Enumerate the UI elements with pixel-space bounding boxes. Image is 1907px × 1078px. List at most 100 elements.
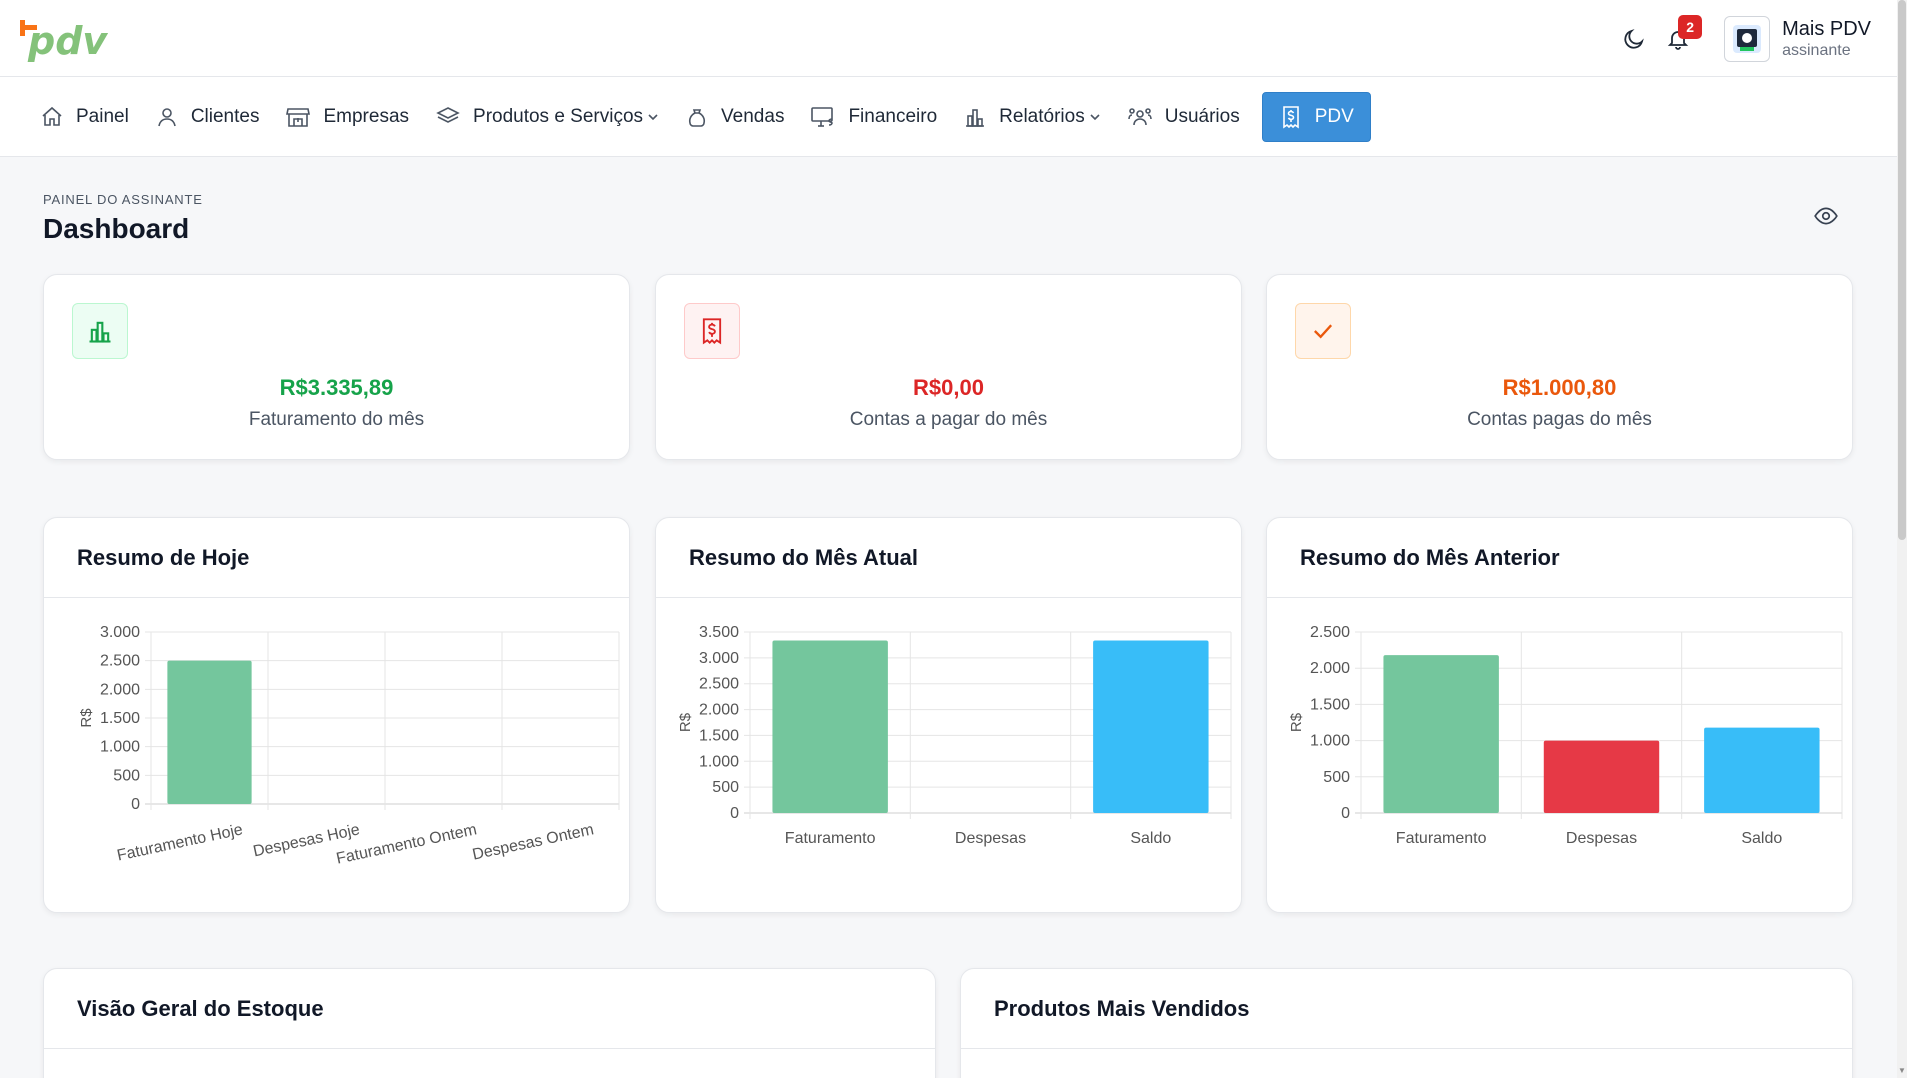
nav-item-usuarios[interactable]: Usuários	[1123, 92, 1253, 142]
y-tick-label: 2.500	[699, 676, 739, 693]
card-title: Visão Geral do Estoque	[44, 969, 935, 1049]
chart-card-resumo-hoje: Resumo de Hoje 0 500 1.000 1.500 2.000 2.500 3…	[43, 517, 630, 913]
top-header: pdv 2 Mais PDV assinante	[0, 0, 1897, 77]
x-tick-label: Despesas Ontem	[471, 821, 595, 863]
y-axis-label: R$	[677, 712, 694, 732]
bar-chart-icon	[89, 321, 111, 343]
notifications-button[interactable]: 2	[1660, 14, 1703, 57]
bar	[1704, 727, 1820, 813]
y-tick-label: 2.000	[1310, 660, 1350, 677]
bag-icon	[689, 108, 706, 127]
y-tick-label: 1.500	[1310, 696, 1350, 713]
home-icon	[42, 106, 62, 126]
y-axis-label: R$	[78, 708, 95, 728]
y-tick-label: 2.500	[1310, 624, 1350, 641]
nav-item-vendas[interactable]: Vendas	[681, 92, 797, 142]
moon-icon	[1624, 28, 1644, 49]
scroll-down-arrow[interactable]: ▼	[1897, 1066, 1907, 1078]
chevron-down-icon	[1090, 113, 1100, 120]
main-nav: Painel Clientes Empresas Produtos e Serv…	[0, 77, 1897, 157]
nav-item-financeiro[interactable]: Financeiro	[806, 92, 950, 142]
stat-value: R$1.000,80	[1502, 375, 1617, 400]
page-scrollbar[interactable]: ▼	[1897, 0, 1907, 1078]
card-produtos-mais-vendidos: Produtos Mais Vendidos	[960, 968, 1853, 1078]
nav-item-empresas[interactable]: Empresas	[281, 92, 422, 142]
chart-resumo-mes-anterior: 0 500 1.000 1.500 2.000 2.500 R$ Faturamento Des…	[1288, 624, 1843, 847]
nav-label: Usuários	[1164, 105, 1240, 127]
app-logo[interactable]: pdv	[18, 14, 108, 64]
store-icon	[286, 107, 311, 127]
scrollbar-thumb[interactable]	[1898, 0, 1906, 540]
layers-icon	[436, 106, 460, 123]
nav-item-relatorios[interactable]: Relatórios	[959, 92, 1114, 142]
user-icon	[158, 107, 176, 126]
card-title: Resumo do Mês Atual	[656, 518, 1241, 598]
x-tick-label: Faturamento	[785, 830, 876, 847]
y-tick-label: 2.000	[100, 681, 140, 698]
bar	[1543, 740, 1660, 813]
user-role: assinante	[1782, 41, 1851, 59]
bar-chart-icon	[966, 108, 985, 127]
y-tick-label: 0	[1341, 805, 1350, 822]
nav-label: Relatórios	[999, 105, 1085, 127]
receipt-dollar-icon	[702, 318, 722, 345]
x-tick-label: Despesas	[955, 830, 1026, 847]
chart-card-resumo-mes-anterior: Resumo do Mês Anterior 0 500 1.000 1.500 2.0…	[1266, 517, 1853, 913]
toggle-values-visibility-button[interactable]	[1813, 203, 1839, 234]
eye-icon	[1814, 207, 1838, 225]
y-tick-label: 1.000	[699, 753, 739, 770]
stat-value: R$0,00	[913, 375, 984, 400]
nav-label: Financeiro	[848, 105, 938, 127]
page-title: Dashboard	[43, 213, 190, 244]
stat-label: Contas pagas do mês	[1467, 409, 1652, 430]
x-tick-label: Saldo	[1741, 830, 1782, 847]
nav-label: Produtos e Serviços	[473, 105, 644, 127]
nav-item-clientes[interactable]: Clientes	[151, 92, 273, 142]
card-title: Resumo do Mês Anterior	[1267, 518, 1852, 598]
user-name: Mais PDV	[1782, 17, 1871, 40]
x-tick-label: Saldo	[1130, 830, 1171, 847]
y-tick-label: 500	[113, 767, 140, 784]
nav-item-produtos[interactable]: Produtos e Serviços	[431, 92, 672, 142]
stat-icon-box	[72, 303, 128, 359]
card-title: Resumo de Hoje	[44, 518, 629, 598]
nav-label: PDV	[1314, 105, 1354, 127]
bar	[167, 660, 252, 804]
y-tick-label: 1.500	[100, 710, 140, 727]
stat-value: R$3.335,89	[279, 375, 394, 400]
dark-mode-toggle[interactable]	[1616, 21, 1652, 57]
y-tick-label: 0	[131, 796, 140, 813]
stat-card-faturamento: R$3.335,89 Faturamento do mês	[43, 274, 630, 460]
receipt-dollar-icon	[1282, 105, 1299, 128]
nav-item-painel[interactable]: Painel	[36, 92, 142, 142]
stat-icon-box	[1295, 303, 1351, 359]
stat-card-contas-a-pagar: R$0,00 Contas a pagar do mês	[655, 274, 1242, 460]
y-tick-label: 2.000	[699, 702, 739, 719]
chevron-down-icon	[648, 113, 658, 120]
y-tick-label: 1.000	[100, 739, 140, 756]
avatar[interactable]	[1724, 15, 1771, 62]
y-tick-label: 500	[1323, 769, 1350, 786]
stat-icon-box	[684, 303, 740, 359]
nav-item-pdv[interactable]: PDV	[1261, 91, 1371, 142]
user-menu[interactable]: Mais PDV assinante	[1782, 17, 1871, 60]
page-header: PAINEL DO ASSINANTE Dashboard	[43, 192, 203, 245]
y-tick-label: 3.000	[699, 650, 739, 667]
breadcrumb: PAINEL DO ASSINANTE	[43, 192, 203, 207]
y-tick-label: 3.500	[699, 624, 739, 641]
y-tick-label: 1.500	[699, 727, 739, 744]
chart-card-resumo-mes-atual: Resumo do Mês Atual 0 500 1.000 1.500 2.000 2…	[655, 517, 1242, 913]
chart-resumo-mes-atual: 0 500 1.000 1.500 2.000 2.500 3.000 3.500 R$ Fatu…	[677, 624, 1232, 847]
stat-label: Contas a pagar do mês	[849, 409, 1048, 430]
x-tick-label: Faturamento Hoje	[116, 821, 245, 864]
y-tick-label: 3.000	[100, 624, 140, 641]
nav-label: Vendas	[721, 105, 785, 127]
bar	[1093, 640, 1209, 813]
y-tick-label: 2.500	[100, 653, 140, 670]
bar	[1383, 655, 1499, 813]
nav-label: Empresas	[323, 105, 410, 127]
bar	[772, 640, 888, 813]
notification-badge: 2	[1678, 14, 1703, 39]
y-tick-label: 1.000	[1310, 733, 1350, 750]
stat-card-contas-pagas: R$1.000,80 Contas pagas do mês	[1266, 274, 1853, 460]
